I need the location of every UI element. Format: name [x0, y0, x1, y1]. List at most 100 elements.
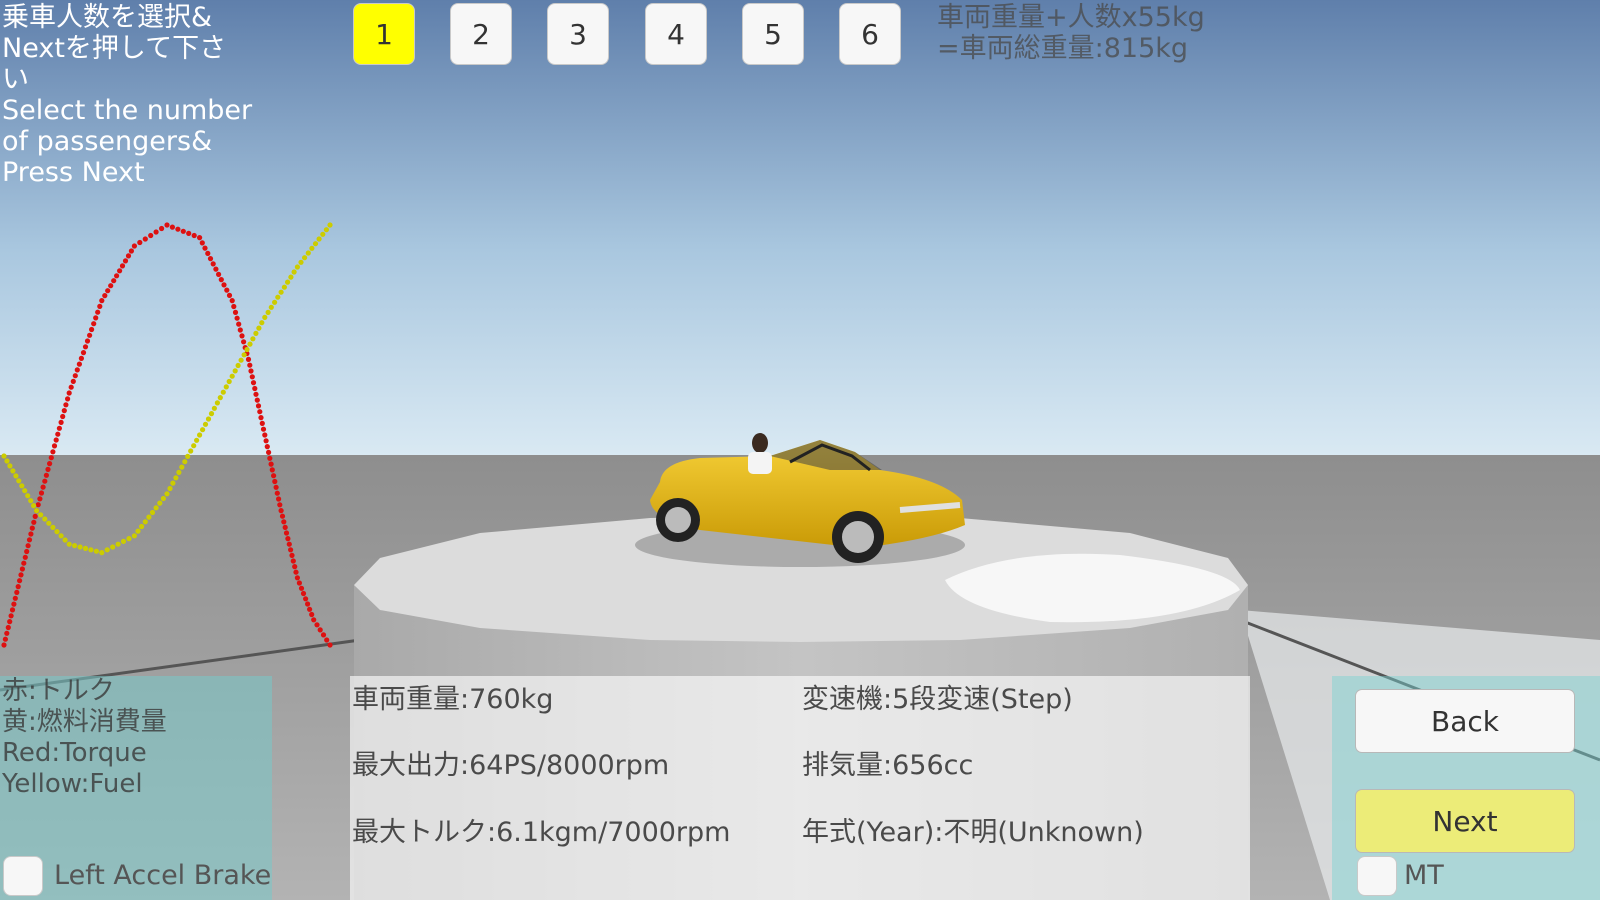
torque-curve-point — [19, 566, 25, 572]
torque-curve-point — [131, 243, 137, 249]
torque-curve-point — [290, 558, 296, 564]
torque-curve-point — [14, 589, 20, 596]
torque-curve-point — [95, 309, 101, 315]
passenger-button-3[interactable]: 3 — [548, 4, 608, 64]
fuel-curve-point — [229, 373, 235, 379]
torque-curve-point — [277, 502, 283, 508]
fuel-curve-point — [214, 400, 220, 406]
fuel-curve-point — [25, 493, 31, 499]
torque-curve-point — [128, 248, 134, 254]
fuel-curve-point — [288, 274, 294, 280]
torque-curve-point — [221, 282, 227, 288]
torque-curve-point — [268, 461, 274, 467]
fuel-curve-point — [146, 514, 152, 520]
torque-curve-point — [111, 278, 117, 284]
torque-curve-point — [311, 617, 317, 623]
torque-curve-point — [76, 361, 82, 367]
fuel-curve-point — [110, 544, 116, 550]
torque-curve-point — [42, 478, 48, 484]
fuel-curve-point — [28, 498, 34, 504]
torque-curve-point — [15, 584, 21, 590]
left-accel-brake-checkbox[interactable] — [4, 857, 42, 895]
spec-year: 年式(Year):不明(Unknown) — [802, 817, 1144, 848]
torque-curve-point — [241, 339, 247, 345]
torque-curve-point — [320, 632, 327, 638]
torque-curve-point — [286, 541, 292, 547]
fuel-curve-point — [82, 545, 89, 552]
torque-curve-point — [153, 229, 159, 235]
fuel-curve-point — [19, 483, 25, 489]
fuel-curve-point — [312, 241, 319, 247]
torque-curve-point — [247, 362, 253, 368]
fuel-curve-point — [197, 432, 203, 438]
torque-curve-point — [231, 303, 237, 310]
fuel-curve-point — [323, 227, 329, 233]
next-button[interactable]: Next — [1356, 790, 1574, 852]
fuel-curve-point — [256, 325, 262, 331]
torque-curve-point — [278, 508, 284, 514]
fuel-curve-point — [298, 259, 304, 265]
fuel-curve-point — [294, 264, 300, 270]
fuel-curve-point — [88, 547, 94, 553]
fuel-curve-point — [170, 480, 176, 486]
torque-curve-point — [271, 473, 277, 479]
passenger-button-5[interactable]: 5 — [743, 4, 803, 64]
passenger-button-4[interactable]: 4 — [646, 4, 706, 64]
fuel-curve-point — [34, 508, 40, 514]
torque-curve-point — [55, 431, 61, 437]
torque-curve-point — [294, 575, 300, 581]
fuel-curve-point — [220, 389, 226, 395]
instruction-line: of passengers& — [2, 126, 213, 157]
fuel-curve-point — [167, 485, 173, 492]
torque-curve-point — [303, 596, 309, 602]
torque-curve-point — [21, 560, 27, 566]
passenger-button-1[interactable]: 1 — [354, 4, 414, 64]
legend-line: 赤:トルク — [2, 676, 115, 706]
torque-curve-point — [122, 258, 129, 264]
torque-curve-point — [63, 402, 69, 408]
passenger-button-2[interactable]: 2 — [451, 4, 511, 64]
torque-curve-point — [80, 350, 87, 356]
back-button[interactable]: Back — [1356, 690, 1574, 752]
torque-curve-point — [11, 601, 17, 607]
torque-curve-point — [232, 309, 239, 315]
fuel-curve-point — [131, 533, 137, 539]
torque-curve-point — [273, 484, 279, 490]
torque-curve-point — [257, 409, 263, 415]
fuel-curve-point — [93, 548, 99, 554]
fuel-curve-point — [4, 458, 10, 464]
torque-curve-point — [29, 525, 35, 531]
torque-curve-point — [61, 408, 67, 414]
torque-curve-point — [169, 224, 175, 230]
fuel-curve-point — [38, 512, 44, 518]
torque-curve-point — [4, 630, 10, 636]
torque-curve-point — [213, 266, 219, 272]
torque-curve-point — [26, 537, 33, 543]
torque-curve-point — [289, 552, 295, 559]
torque-curve-point — [191, 232, 197, 239]
instruction-text: 乗車人数を選択& Nextを押して下さ い Select the number … — [2, 2, 272, 188]
instruction-line: Select the number — [2, 95, 253, 126]
fuel-curve-point — [66, 541, 72, 547]
torque-curve-point — [175, 226, 181, 232]
torque-curve-point — [58, 419, 64, 425]
legend-line: Yellow:Fuel — [2, 769, 143, 799]
torque-curve-point — [258, 415, 264, 421]
torque-curve-point — [262, 432, 268, 438]
fuel-curve-point — [191, 443, 197, 449]
instruction-line: Press Next — [2, 157, 145, 188]
passenger-button-6[interactable]: 6 — [840, 4, 900, 64]
torque-curve-point — [78, 355, 84, 361]
instruction-line: い — [2, 64, 29, 95]
spec-power: 最大出力:64PS/8000rpm — [352, 750, 670, 781]
torque-curve-point — [272, 478, 278, 485]
torque-curve-point — [60, 413, 66, 420]
torque-curve-point — [250, 380, 257, 386]
fuel-curve-point — [72, 543, 78, 549]
fuel-curve-point — [253, 330, 259, 336]
torque-curve-point — [226, 292, 233, 298]
torque-curve-point — [8, 613, 14, 619]
mt-checkbox[interactable] — [1358, 857, 1396, 895]
fuel-curve-point — [275, 294, 281, 300]
fuel-curve-point — [50, 524, 56, 531]
